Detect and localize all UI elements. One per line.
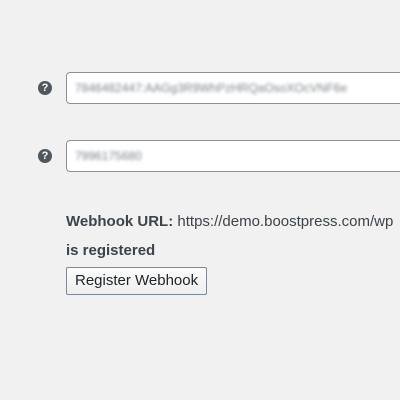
- webhook-url-value: https://demo.boostpress.com/wp: [177, 213, 394, 230]
- register-webhook-button[interactable]: Register Webhook: [66, 267, 208, 295]
- bot-token-value: 7846482447:AAGg3R9WhPzHRQaOsoXOcVNF6e: [75, 81, 348, 95]
- webhook-url-row: Webhook URL: https://demo.boostpress.com…: [66, 213, 393, 230]
- webhook-url-label: Webhook URL:: [66, 213, 174, 230]
- webhook-status: is registered: [66, 242, 156, 259]
- chat-id-field[interactable]: 7996175680: [66, 140, 400, 172]
- settings-page: ? 7846482447:AAGg3R9WhPzHRQaOsoXOcVNF6e …: [0, 0, 400, 400]
- question-circle-icon[interactable]: ?: [38, 149, 52, 163]
- bot-token-field[interactable]: 7846482447:AAGg3R9WhPzHRQaOsoXOcVNF6e: [66, 72, 400, 104]
- question-circle-icon[interactable]: ?: [38, 81, 52, 95]
- chat-id-value: 7996175680: [75, 149, 142, 163]
